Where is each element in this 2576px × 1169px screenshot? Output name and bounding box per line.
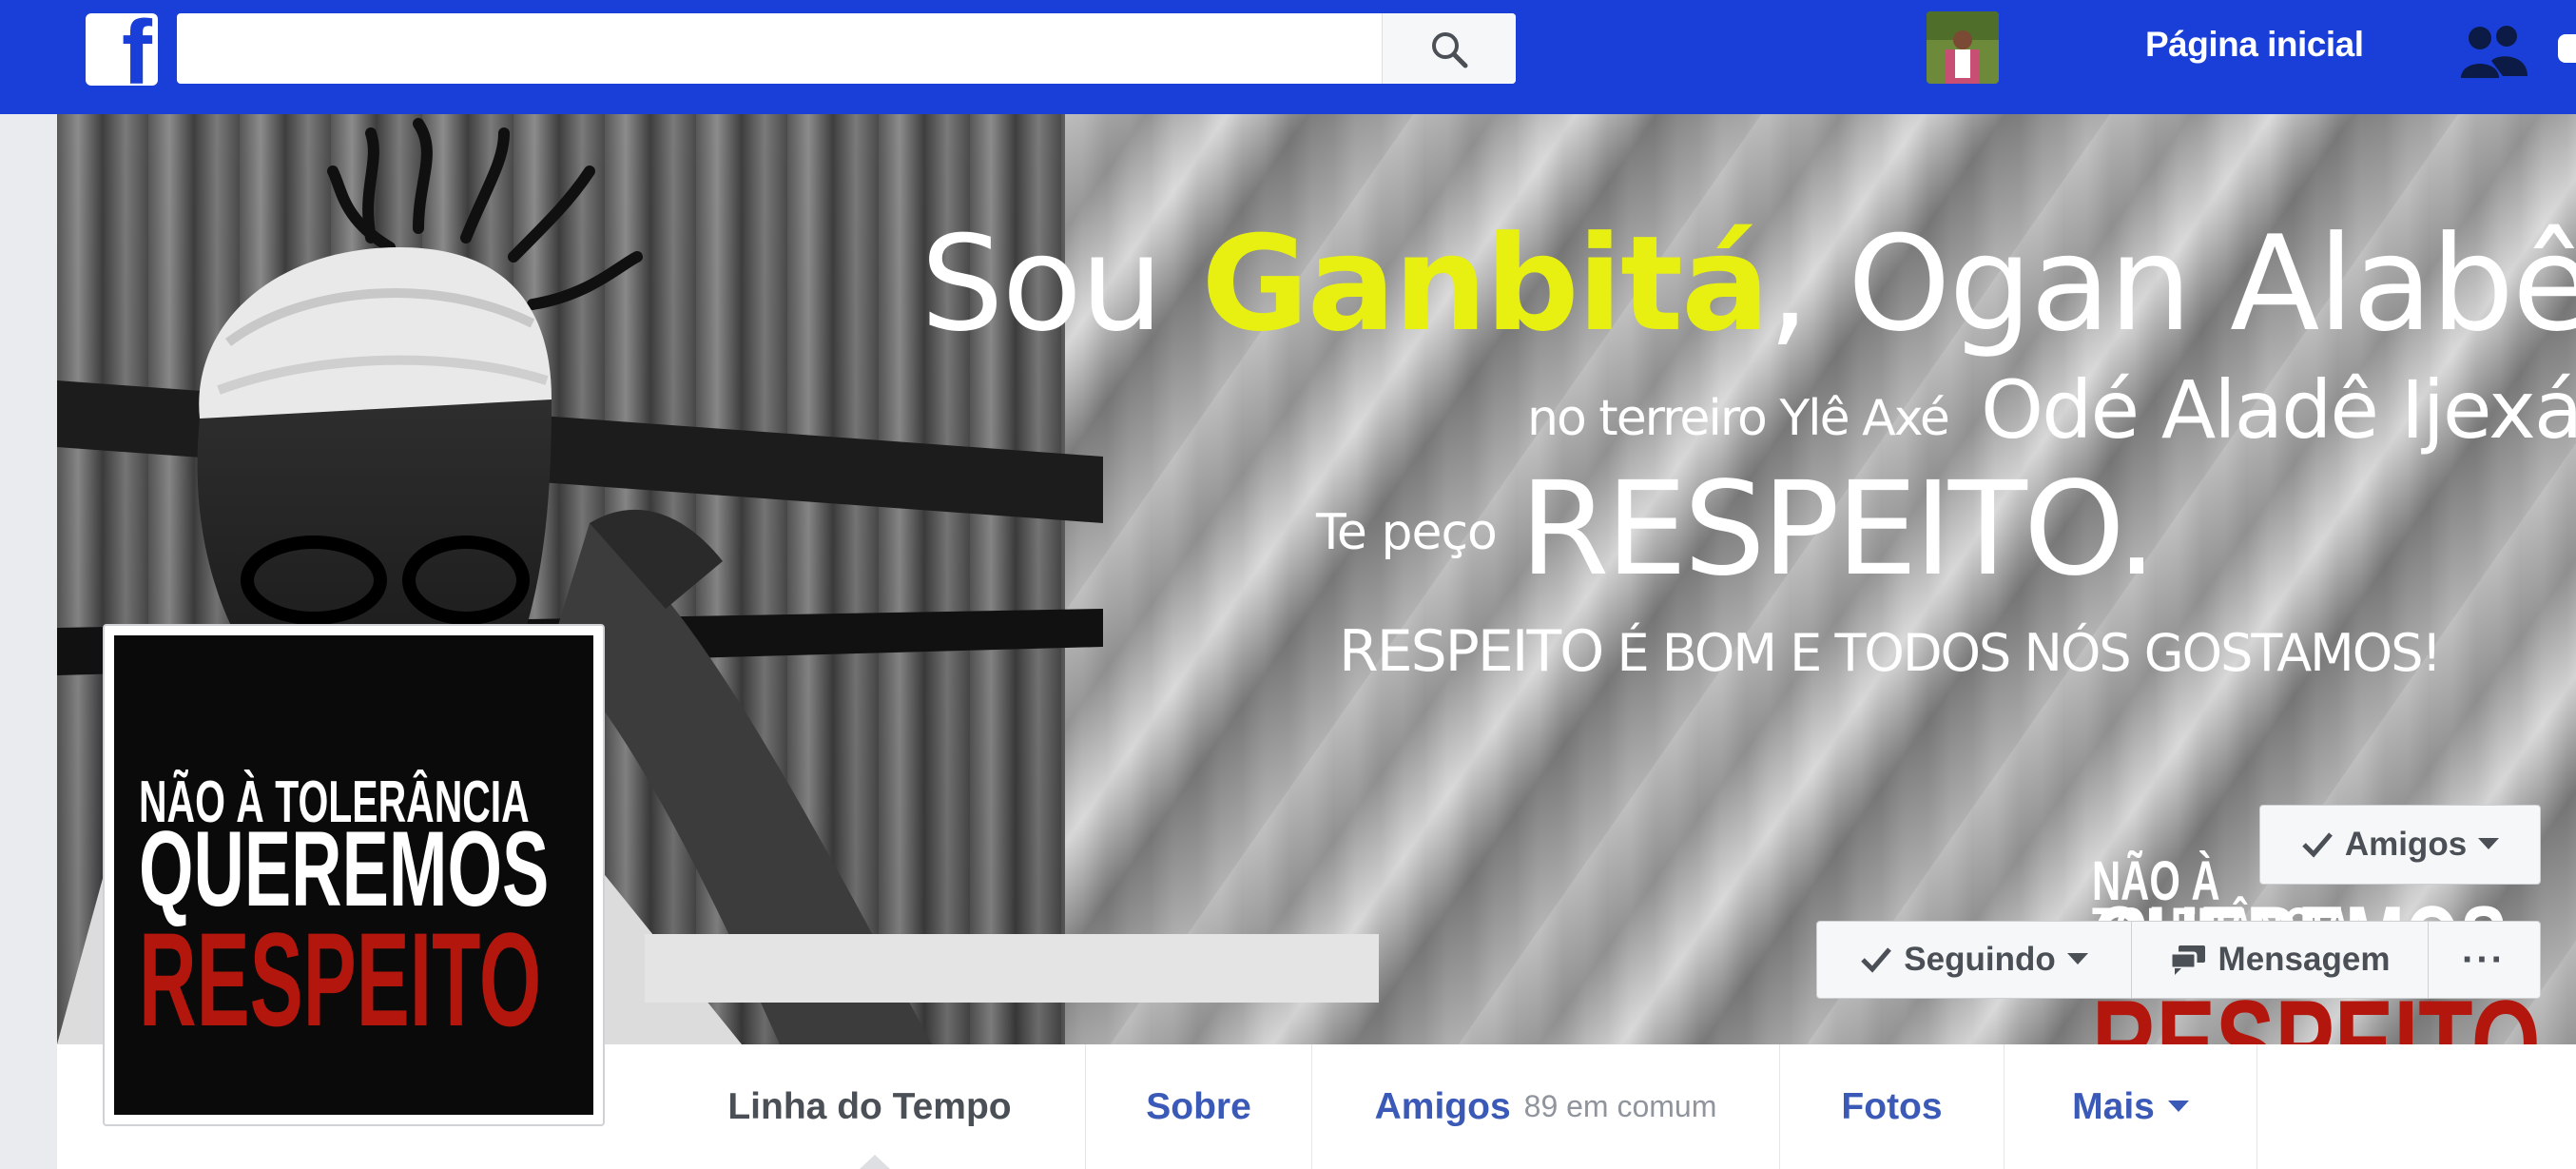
message-icon: [2169, 945, 2205, 975]
more-options-button[interactable]: ···: [2428, 922, 2540, 998]
tab-photos[interactable]: Fotos: [1780, 1044, 2005, 1169]
profile-picture-line3: RESPEITO: [139, 905, 542, 1054]
tab-timeline[interactable]: Linha do Tempo: [654, 1044, 1086, 1169]
facebook-logo[interactable]: f: [86, 13, 158, 86]
cover-headline-suffix: , Ogan Alabê: [1768, 207, 2576, 360]
user-avatar[interactable]: [1927, 11, 1999, 84]
facebook-logo-letter: f: [122, 13, 152, 86]
cover-line4: RESPEITO É BOM E TODOS NÓS GOSTAMOS!: [1339, 618, 2443, 685]
tab-friends[interactable]: Amigos 89 em comum: [1312, 1044, 1780, 1169]
more-options-icon: ···: [2462, 938, 2506, 981]
cover-stamp-line3: RESPEITO: [2092, 974, 2541, 1044]
friends-status-label: Amigos: [2344, 826, 2468, 863]
friends-status-button[interactable]: Amigos: [2259, 805, 2541, 885]
cover-line4-big: RESPEITO: [1339, 618, 1604, 685]
following-button[interactable]: Seguindo: [1817, 922, 2132, 998]
friends-icon[interactable]: [2459, 23, 2529, 85]
mutual-friends-count: 89 em comum: [1523, 1089, 1717, 1123]
chevron-down-icon: [2167, 1100, 2189, 1112]
cover-line4-rest: É BOM E TODOS NÓS GOSTAMOS!: [1602, 623, 2443, 683]
cover-headline-prefix: Sou: [920, 207, 1202, 360]
tab-about-label: Sobre: [1146, 1085, 1251, 1127]
chevron-down-icon: [2066, 953, 2088, 964]
tab-timeline-label: Linha do Tempo: [727, 1085, 1012, 1127]
tab-more-label: Mais: [2072, 1085, 2155, 1127]
cover-line2-big: Odé Aladê Ijexá.: [1981, 363, 2576, 457]
tab-photos-label: Fotos: [1841, 1085, 1943, 1127]
profile-action-group: Seguindo Mensagem ···: [1816, 921, 2541, 999]
profile-name-redacted: [645, 934, 1379, 1003]
home-link[interactable]: Página inicial: [2145, 25, 2364, 65]
message-label: Mensagem: [2218, 941, 2391, 978]
cover-stamp-logo: NÃO À TOLERÂNCIA QUEREMOS RESPEITO: [2082, 742, 2576, 1044]
checkmark-icon: [2302, 832, 2333, 858]
checkmark-icon: [1861, 947, 1892, 973]
cover-line3-big: RESPEITO.: [1520, 455, 2158, 605]
active-tab-indicator: [860, 1155, 890, 1169]
message-button[interactable]: Mensagem: [2131, 922, 2429, 998]
search-icon[interactable]: [1382, 13, 1516, 84]
tab-about[interactable]: Sobre: [1086, 1044, 1312, 1169]
following-label: Seguindo: [1904, 941, 2056, 978]
tab-friends-label: Amigos: [1374, 1085, 1511, 1127]
profile-picture-image: NÃO À TOLERÂNCIA QUEREMOS RESPEITO: [114, 635, 593, 1115]
tab-more[interactable]: Mais: [2005, 1044, 2257, 1169]
profile-tab-bar: Linha do Tempo Sobre Amigos 89 em comum …: [654, 1044, 2257, 1169]
cover-line3-small: Te peço: [1316, 504, 1498, 561]
messages-icon[interactable]: [2558, 30, 2576, 83]
cover-headline: Sou Ganbitá, Ogan Alabê: [920, 207, 2576, 360]
top-navigation-bar: f Página inicial: [0, 0, 2576, 114]
cover-headline-name: Ganbitá: [1201, 207, 1770, 360]
search-input[interactable]: [177, 13, 1516, 84]
page-gutter: [0, 114, 57, 1169]
cover-line2-small: no terreiro Ylê Axé: [1527, 390, 1950, 447]
chevron-down-icon: [2478, 838, 2500, 849]
profile-picture[interactable]: NÃO À TOLERÂNCIA QUEREMOS RESPEITO: [103, 624, 605, 1126]
